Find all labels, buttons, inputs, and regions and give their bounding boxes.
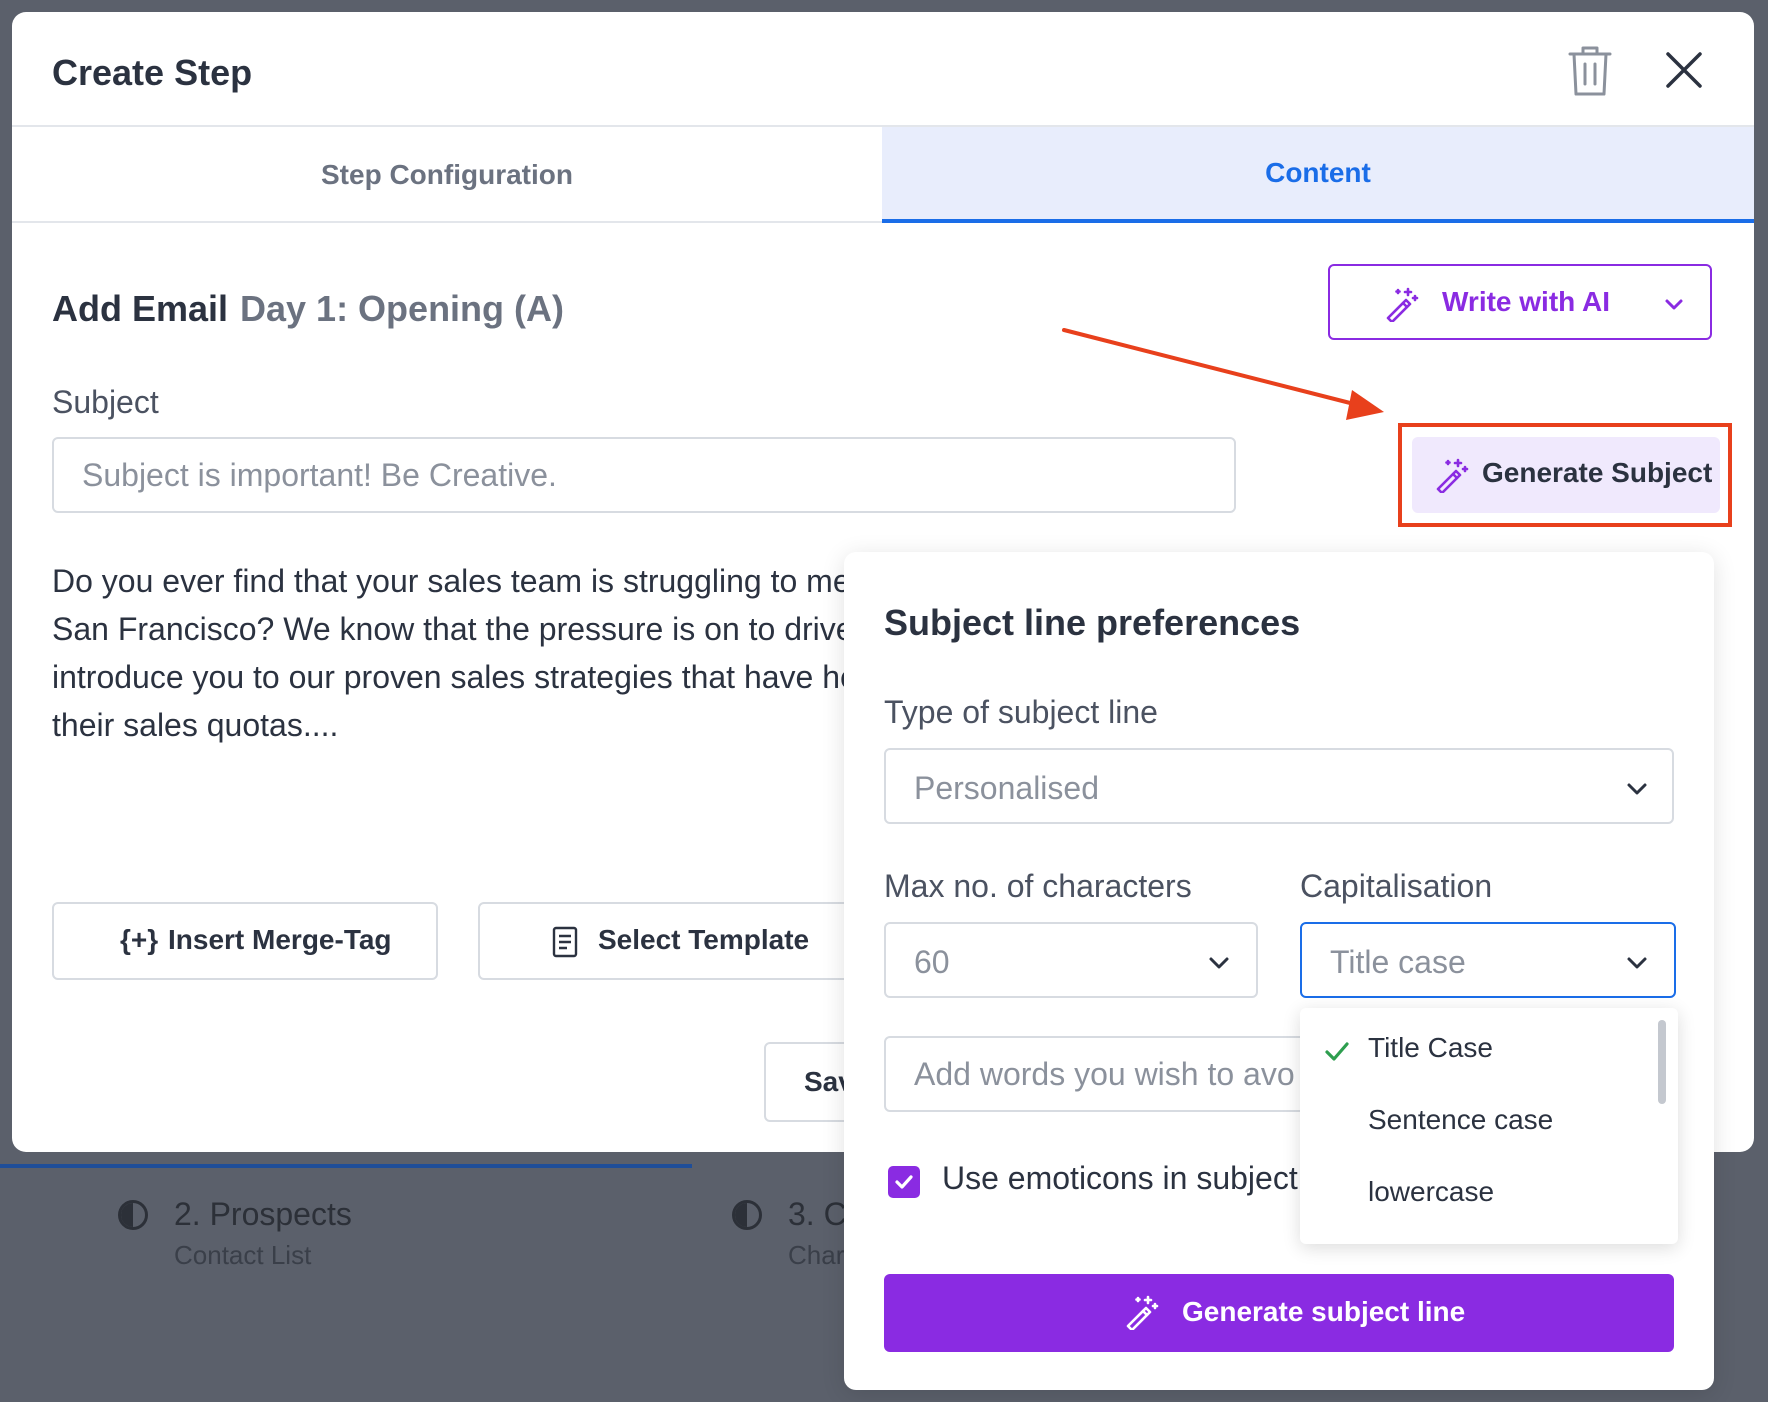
option-label: Title Case xyxy=(1368,1032,1494,1063)
emoticons-checkbox[interactable] xyxy=(888,1166,920,1198)
tab-content[interactable]: Content xyxy=(882,127,1754,223)
dropdown-scrollbar[interactable] xyxy=(1658,1020,1666,1104)
merge-tag-icon: {+} xyxy=(120,924,159,955)
checkmark-icon xyxy=(1325,1042,1349,1061)
chevron-down-icon xyxy=(1627,783,1647,795)
tabs-divider xyxy=(12,221,882,223)
email-step-name: Day 1: Opening (A) xyxy=(240,288,565,329)
subject-input[interactable] xyxy=(52,437,1236,513)
subject-label: Subject xyxy=(52,384,159,420)
generate-subject-line-button[interactable]: Generate subject line xyxy=(884,1274,1674,1352)
write-with-ai-button[interactable]: Write with AI xyxy=(1328,264,1712,340)
subject-type-select[interactable]: Personalised xyxy=(884,748,1674,824)
capitalisation-option-title-case[interactable]: Title Case xyxy=(1300,1020,1640,1080)
step-subtitle: Contact List xyxy=(174,1240,312,1270)
trash-icon[interactable] xyxy=(1566,42,1614,98)
insert-merge-tag-button[interactable]: {+} Insert Merge-Tag xyxy=(52,902,438,980)
checkmark-icon xyxy=(895,1175,913,1189)
max-characters-label: Max no. of characters xyxy=(884,868,1192,904)
magic-wand-icon xyxy=(1386,287,1419,322)
close-icon[interactable] xyxy=(1664,50,1704,90)
modal-title: Create Step xyxy=(52,52,253,93)
body-line: their sales quotas.... xyxy=(52,707,339,743)
background-progress-bar xyxy=(0,1164,692,1168)
option-label: lowercase xyxy=(1368,1176,1495,1207)
email-body-text[interactable]: Do you ever find that your sales team is… xyxy=(52,557,852,749)
popover-title: Subject line preferences xyxy=(884,602,1301,643)
step-title: 2. Prospects xyxy=(174,1196,352,1232)
tab-step-configuration[interactable]: Step Configuration xyxy=(12,127,882,223)
capitalisation-label: Capitalisation xyxy=(1300,868,1493,904)
half-circle-icon xyxy=(118,1200,148,1230)
body-line: Do you ever find that your sales team is… xyxy=(52,563,852,599)
max-characters-select[interactable]: 60 xyxy=(884,922,1258,998)
chevron-down-icon xyxy=(1627,957,1647,969)
selected-value: Title case xyxy=(1330,944,1466,980)
select-template-button[interactable]: Select Template xyxy=(478,902,878,980)
step-subtitle: Char xyxy=(788,1240,845,1270)
background-step-prospects: 2. Prospects Contact List xyxy=(118,1196,518,1276)
annotation-highlight-box xyxy=(1398,423,1732,527)
insert-merge-tag-label: Insert Merge-Tag xyxy=(168,924,392,955)
half-circle-icon xyxy=(732,1200,762,1230)
capitalisation-dropdown-menu: Title Case Sentence case lowercase xyxy=(1300,1008,1678,1244)
capitalisation-option-sentence-case[interactable]: Sentence case xyxy=(1300,1092,1640,1152)
magic-wand-icon xyxy=(1126,1295,1159,1330)
option-label: Sentence case xyxy=(1368,1104,1554,1135)
body-line: San Francisco? We know that the pressure… xyxy=(52,611,852,647)
selected-value: Personalised xyxy=(914,770,1099,806)
tab-label: Content xyxy=(1265,157,1371,188)
emoticons-label: Use emoticons in subject xyxy=(942,1160,1298,1196)
section-heading: Add Email xyxy=(52,288,229,329)
chevron-down-icon xyxy=(1209,957,1229,969)
generate-subject-line-label: Generate subject line xyxy=(1182,1296,1466,1327)
select-template-label: Select Template xyxy=(598,924,810,955)
capitalisation-option-lowercase[interactable]: lowercase xyxy=(1300,1164,1640,1224)
avoid-words-input[interactable] xyxy=(884,1036,1324,1112)
type-of-subject-label: Type of subject line xyxy=(884,694,1158,730)
chevron-down-icon xyxy=(1665,299,1683,310)
selected-value: 60 xyxy=(914,944,950,980)
write-with-ai-label: Write with AI xyxy=(1442,286,1610,317)
body-line: introduce you to our proven sales strate… xyxy=(52,659,852,695)
subject-preferences-popover: Subject line preferences Type of subject… xyxy=(844,552,1714,1390)
tab-label: Step Configuration xyxy=(321,159,573,190)
capitalisation-select[interactable]: Title case xyxy=(1300,922,1676,998)
document-icon xyxy=(552,926,578,958)
